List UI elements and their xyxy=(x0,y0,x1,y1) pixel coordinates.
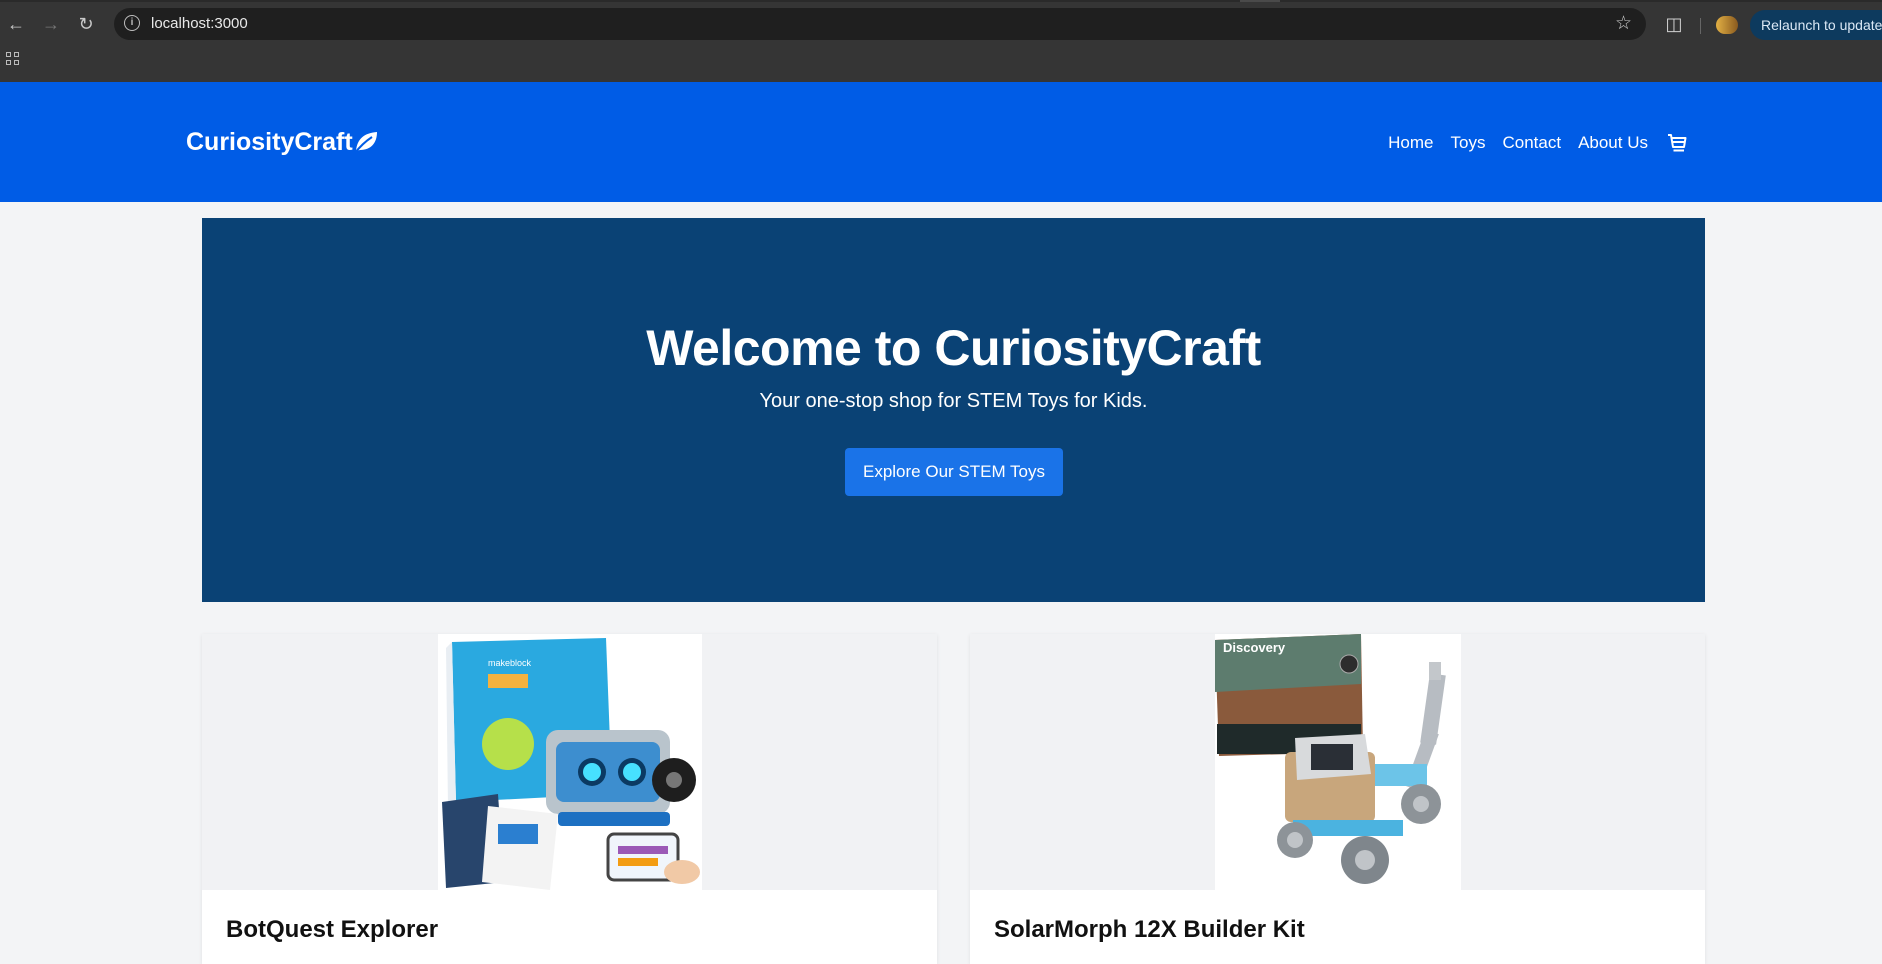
tab-strip xyxy=(0,0,1882,2)
relaunch-button[interactable]: Relaunch to update xyxy=(1750,10,1882,40)
nav-home[interactable]: Home xyxy=(1388,133,1433,153)
info-icon[interactable]: i xyxy=(124,15,140,31)
product-card[interactable]: makeblock BotQuest Explorer xyxy=(202,634,937,964)
back-arrow-icon[interactable]: ← xyxy=(4,12,28,36)
main-nav: Home Toys Contact About Us xyxy=(1371,132,1688,154)
site-header: CuriosityCraft Home Toys Contact About U… xyxy=(0,82,1882,202)
product-image-area: makeblock xyxy=(202,634,937,890)
hero-subtitle: Your one-stop shop for STEM Toys for Kid… xyxy=(759,390,1148,412)
hero-title: Welcome to CuriosityCraft xyxy=(646,320,1261,376)
explore-toys-button[interactable]: Explore Our STEM Toys xyxy=(845,448,1063,496)
nav-about-us[interactable]: About Us xyxy=(1578,133,1648,153)
brand-logo[interactable]: CuriosityCraft xyxy=(186,128,353,157)
svg-text:makeblock: makeblock xyxy=(488,658,532,668)
url-text[interactable]: localhost:3000 xyxy=(151,15,248,32)
hero-section: Welcome to CuriosityCraft Your one-stop … xyxy=(202,218,1705,602)
nav-toys[interactable]: Toys xyxy=(1451,133,1486,153)
product-card[interactable]: Discovery SolarMorph 12X Builder Kit xyxy=(970,634,1705,964)
product-image-area: Discovery xyxy=(970,634,1705,890)
star-icon[interactable]: ☆ xyxy=(1615,12,1632,35)
reload-icon[interactable]: ↻ xyxy=(74,12,98,36)
apps-grid-icon[interactable] xyxy=(6,52,22,68)
profile-avatar-icon[interactable] xyxy=(1716,16,1738,34)
cart-icon[interactable] xyxy=(1666,132,1688,154)
browser-chrome: ← → ↻ i localhost:3000 ☆ ◫ Relaunch to u… xyxy=(0,0,1882,82)
svg-text:Discovery: Discovery xyxy=(1223,640,1286,655)
toolbar-divider xyxy=(1700,18,1701,34)
leaf-icon xyxy=(354,132,377,154)
forward-arrow-icon[interactable]: → xyxy=(39,12,63,36)
product-title[interactable]: SolarMorph 12X Builder Kit xyxy=(994,916,1305,944)
nav-contact[interactable]: Contact xyxy=(1502,133,1561,153)
browser-toolbar: ← → ↻ i localhost:3000 ☆ ◫ Relaunch to u… xyxy=(0,4,1882,44)
address-bar[interactable]: i localhost:3000 ☆ xyxy=(114,8,1646,40)
extensions-icon[interactable]: ◫ xyxy=(1662,12,1686,36)
product-title[interactable]: BotQuest Explorer xyxy=(226,916,438,944)
product-image: makeblock xyxy=(438,634,702,890)
product-image: Discovery xyxy=(1215,634,1461,890)
